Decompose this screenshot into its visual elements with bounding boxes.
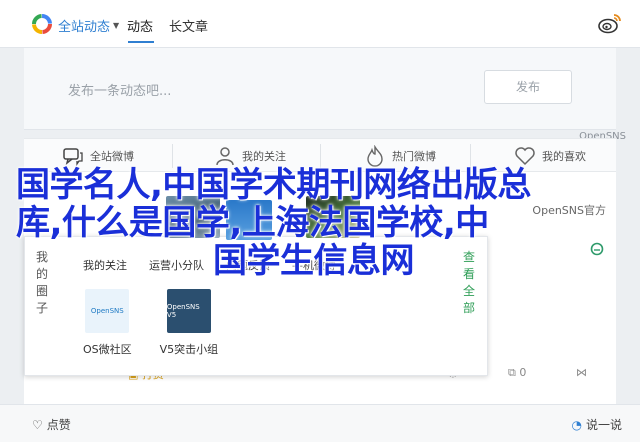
bottom-bar: ♡ 点赞 ◔ 说一说 [0, 404, 640, 442]
flame-icon [367, 145, 383, 167]
more-icon[interactable]: ⋈ [576, 366, 587, 379]
user-icon [216, 147, 234, 166]
tab-feed[interactable]: 动态 [127, 16, 153, 35]
tab-articles[interactable]: 长文章 [169, 16, 208, 35]
chevron-down-icon: ▼ [113, 21, 120, 30]
group-tiles: OpenSNS OS微社区 OpenSNS V5 V5突击小组 [83, 289, 218, 357]
chat-bubbles-icon [63, 148, 83, 167]
active-tab-indicator [128, 41, 154, 43]
overlay-headline: 国学名人,中国学术期刊网络出版总 库,什么是国学,上海法国学校,中 国学生信息网 [16, 166, 616, 280]
overlay-line: 库,什么是国学,上海法国学校,中 [16, 203, 489, 243]
overlay-line: 国学生信息网 [213, 241, 415, 281]
filter-liked-label: 我的喜欢 [542, 150, 586, 163]
share-count-value: 0 [519, 366, 527, 379]
weibo-icon[interactable] [598, 12, 622, 34]
top-bar: 全站动态 ▼ 动态 长文章 [0, 0, 640, 48]
publish-button[interactable]: 发布 [484, 70, 572, 104]
comment-icon: ◔ [571, 417, 582, 432]
filter-following[interactable]: 我的关注 [214, 145, 286, 167]
heart-icon [515, 147, 535, 166]
like-label: 点赞 [46, 418, 71, 432]
filter-all-weibo[interactable]: 全站微博 [62, 145, 134, 167]
filter-liked[interactable]: 我的喜欢 [514, 145, 586, 167]
comment-button[interactable]: ◔ 说一说 [572, 416, 623, 433]
composer-input[interactable]: 发布一条动态吧... [68, 80, 171, 99]
share-count[interactable]: ⧉ 0 [508, 366, 526, 380]
filter-following-label: 我的关注 [242, 150, 286, 163]
filter-hot-label: 热门微博 [392, 150, 436, 163]
filter-all-weibo-label: 全站微博 [90, 150, 134, 163]
filter-hot[interactable]: 热门微博 [364, 145, 436, 167]
group-thumbnail: OpenSNS [85, 289, 130, 333]
group-tile-label: V5突击小组 [159, 343, 219, 356]
group-tile[interactable]: OpenSNS V5 V5突击小组 [159, 289, 219, 357]
overlay-line: 国学名人,中国学术期刊网络出版总 [16, 165, 531, 205]
post-composer: 发布一条动态吧... 发布 [24, 48, 616, 130]
feed-switch-label: 全站动态 [58, 20, 111, 35]
group-tile[interactable]: OpenSNS OS微社区 [83, 289, 132, 357]
app-logo-icon [32, 14, 52, 34]
heart-icon: ♡ [32, 417, 43, 432]
group-thumbnail: OpenSNS V5 [166, 289, 211, 333]
feed-switch-dropdown[interactable]: 全站动态 ▼ [58, 16, 119, 35]
group-tile-label: OS微社区 [83, 343, 132, 356]
like-button[interactable]: ♡ 点赞 [32, 416, 71, 433]
comment-label: 说一说 [585, 418, 622, 432]
